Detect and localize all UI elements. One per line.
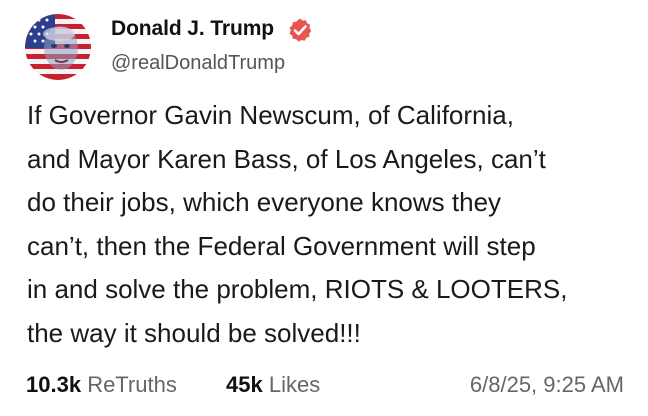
post-body-line: can’t, then the Federal Government will … bbox=[27, 230, 536, 261]
post-body-line: the way it should be solved!!! bbox=[27, 317, 361, 348]
post-body-line: in and solve the problem, RIOTS & LOOTER… bbox=[27, 274, 568, 304]
likes-label: Likes bbox=[268, 372, 321, 397]
post-timestamp[interactable]: 6/8/25, 9:25 AM bbox=[470, 372, 624, 398]
post-body-line: If Governor Gavin Newscum, of California… bbox=[27, 100, 514, 130]
post-footer: 10.3k ReTruths 45k Likes 6/8/25, 9:25 AM bbox=[26, 372, 626, 404]
retruths-label: ReTruths bbox=[87, 372, 177, 397]
verified-badge-icon bbox=[287, 17, 313, 43]
american-flag-portrait-icon bbox=[25, 14, 91, 80]
retruths-count: 10.3k bbox=[26, 372, 82, 397]
post-body-line: and Mayor Karen Bass, of Los Angeles, ca… bbox=[27, 143, 546, 174]
post-body-line: do their jobs, which everyone knows they bbox=[27, 187, 502, 217]
likes-count: 45k bbox=[226, 372, 263, 397]
retruths-stat[interactable]: 10.3k ReTruths bbox=[26, 372, 177, 398]
author-display-name[interactable]: Donald J. Trump bbox=[111, 17, 274, 41]
likes-stat[interactable]: 45k Likes bbox=[226, 372, 320, 398]
avatar[interactable] bbox=[25, 14, 91, 80]
author-handle[interactable]: @realDonaldTrump bbox=[111, 52, 285, 75]
post-body: If Governor Gavin Newscum, of California… bbox=[27, 94, 637, 355]
social-post: Donald J. Trump @realDonaldTrump If Gove… bbox=[0, 0, 648, 416]
